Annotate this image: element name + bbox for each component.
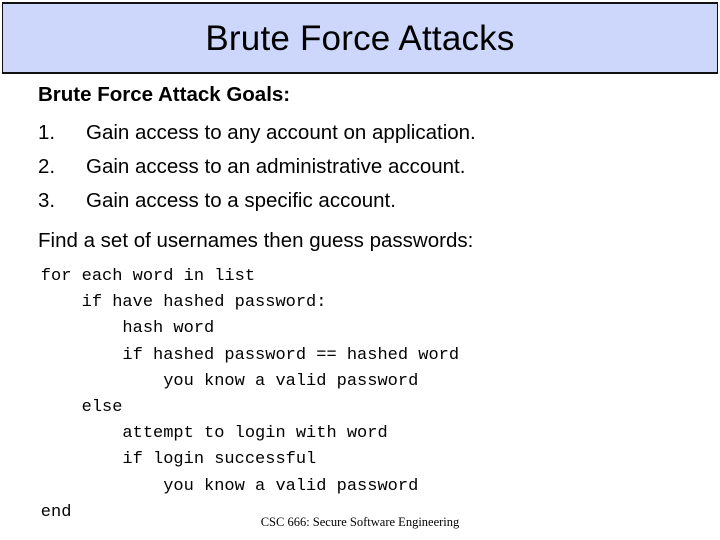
list-item-label: Gain access to any account on applicatio… [86, 121, 476, 144]
list-item: 1. Gain access to any account on applica… [38, 116, 678, 150]
pseudocode-line: else [0, 397, 123, 417]
list-item-number: 2. [38, 155, 56, 178]
pseudocode-line: hash word [0, 319, 215, 339]
slide-footer: CSC 666: Secure Software Engineering [260, 515, 460, 529]
list-item-number: 3. [38, 189, 56, 212]
pseudocode-line: if hashed password == hashed word [0, 345, 460, 365]
slide: Brute Force Attacks Brute Force Attack G… [0, 0, 720, 540]
list-item-number: 1. [38, 121, 56, 144]
goals-list: 1. Gain access to any account on applica… [38, 116, 678, 218]
pseudocode-line: for each word in list [0, 267, 256, 286]
pseudocode-line: if have hashed password: [0, 293, 327, 313]
list-item-label: Gain access to an administrative account… [86, 155, 466, 178]
goals-heading: Brute Force Attack Goals: [38, 83, 291, 106]
pseudocode-line: you know a valid password [0, 476, 419, 496]
pseudocode-line: you know a valid password [0, 371, 419, 391]
list-item: 3. Gain access to a specific account. [38, 184, 678, 218]
pseudocode-block: for each word in list if have hashed pas… [0, 264, 720, 526]
pseudocode-line: attempt to login with word [0, 424, 388, 444]
list-item: 2. Gain access to an administrative acco… [38, 150, 678, 184]
list-item-label: Gain access to a specific account. [86, 189, 396, 212]
page-title: Brute Force Attacks [205, 18, 515, 58]
slide-title-band: Brute Force Attacks [2, 2, 718, 74]
find-usernames-line: Find a set of usernames then guess passw… [38, 229, 474, 252]
pseudocode-line: if login successful [0, 450, 317, 470]
